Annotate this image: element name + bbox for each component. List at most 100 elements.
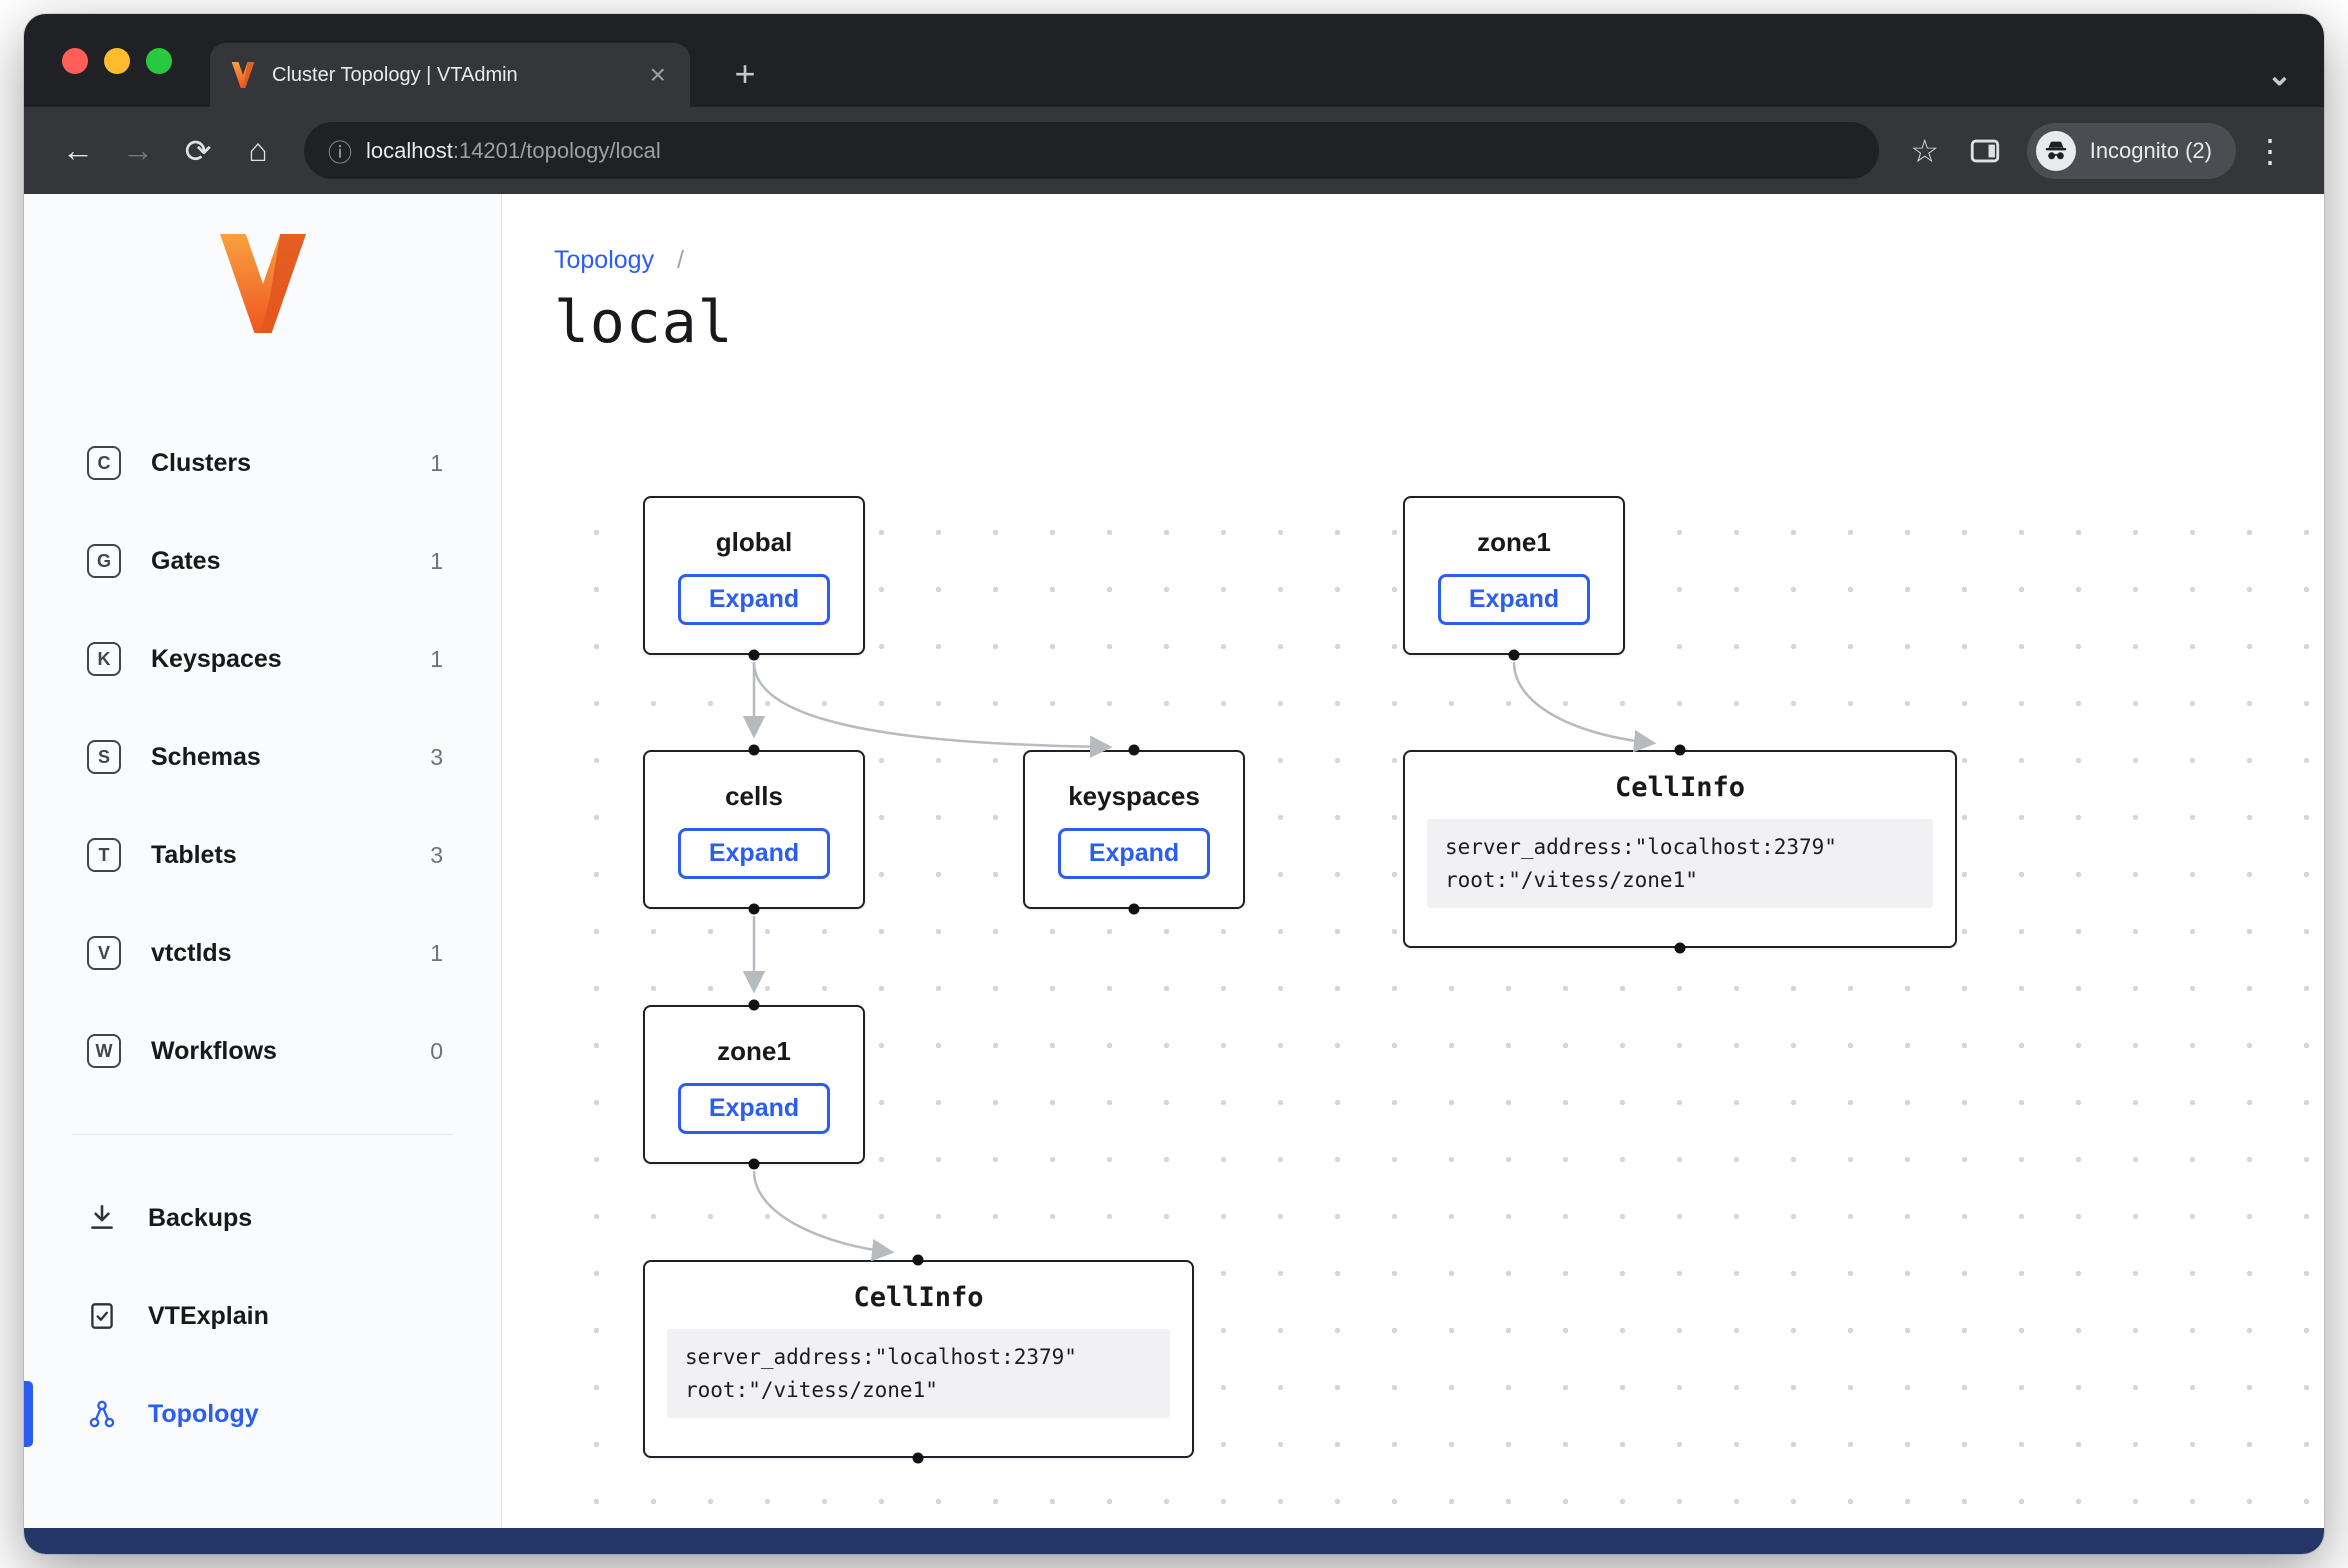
count-badge: 0 <box>430 1038 443 1065</box>
expand-button[interactable]: Expand <box>678 1083 830 1134</box>
forward-button[interactable]: → <box>112 125 164 177</box>
node-title: cells <box>725 781 783 812</box>
tab-strip: Cluster Topology | VTAdmin × + ⌄ <box>24 14 2324 107</box>
sidebar-item-label: Gates <box>151 547 220 576</box>
breadcrumb: Topology / <box>554 246 684 275</box>
node-cells: cells Expand <box>643 750 865 909</box>
sidebar-item-label: Workflows <box>151 1037 277 1066</box>
count-badge: 1 <box>430 940 443 967</box>
home-button[interactable]: ⌂ <box>232 125 284 177</box>
bookmark-star-icon[interactable]: ☆ <box>1899 125 1951 177</box>
download-icon <box>84 1200 120 1236</box>
sidebar-item-label: VTExplain <box>148 1302 269 1331</box>
cellinfo-code: server_address:"localhost:2379" root:"/v… <box>1427 819 1933 908</box>
count-badge: 1 <box>430 450 443 477</box>
back-button[interactable]: ← <box>52 125 104 177</box>
sidebar-item-label: Tablets <box>151 841 237 870</box>
browser-toolbar: ← → ⟳ ⌂ ⓘ localhost:14201/topology/local… <box>24 107 2324 194</box>
sidebar-item-label: vtctlds <box>151 939 232 968</box>
node-keyspaces: keyspaces Expand <box>1023 750 1245 909</box>
page-content: C Clusters 1 G Gates 1 K Keyspaces 1 S S… <box>24 194 2324 1554</box>
clusters-letter-icon: C <box>87 446 121 480</box>
vitess-logo[interactable] <box>220 234 306 344</box>
side-panel-icon[interactable] <box>1959 125 2011 177</box>
url-host: localhost <box>366 138 453 163</box>
incognito-label: Incognito (2) <box>2090 138 2212 164</box>
incognito-icon <box>2036 131 2076 171</box>
gates-letter-icon: G <box>87 544 121 578</box>
active-indicator <box>24 1381 33 1447</box>
topology-canvas: global Expand zone1 Expand cells Expand … <box>552 494 2312 1524</box>
sidebar-item-label: Keyspaces <box>151 645 282 674</box>
breadcrumb-separator: / <box>677 246 684 274</box>
code-line: root:"/vitess/zone1" <box>685 1374 1152 1407</box>
browser-window: Cluster Topology | VTAdmin × + ⌄ ← → ⟳ ⌂… <box>24 14 2324 1554</box>
code-line: root:"/vitess/zone1" <box>1445 864 1915 897</box>
node-cellinfo-nested: CellInfo server_address:"localhost:2379"… <box>643 1260 1194 1458</box>
topology-network-icon <box>84 1396 120 1432</box>
sidebar-item-topology[interactable]: Topology <box>24 1365 501 1463</box>
breadcrumb-topology-link[interactable]: Topology <box>554 246 654 274</box>
tab-close-icon[interactable]: × <box>646 61 670 89</box>
expand-button[interactable]: Expand <box>678 574 830 625</box>
keyspaces-letter-icon: K <box>87 642 121 676</box>
sidebar-item-label: Schemas <box>151 743 261 772</box>
expand-button[interactable]: Expand <box>1058 828 1210 879</box>
close-window-button[interactable] <box>62 48 88 74</box>
count-badge: 1 <box>430 646 443 673</box>
url-bar[interactable]: ⓘ localhost:14201/topology/local <box>304 122 1879 179</box>
node-title: CellInfo <box>853 1282 983 1313</box>
sidebar-item-schemas[interactable]: S Schemas 3 <box>24 708 501 806</box>
main-content: Topology / local global Expand zone1 Exp… <box>502 194 2324 1554</box>
sidebar-item-label: Topology <box>148 1400 259 1429</box>
menu-dots-icon[interactable]: ⋮ <box>2244 125 2296 177</box>
document-check-icon <box>84 1298 120 1334</box>
tab-search-chevron-icon[interactable]: ⌄ <box>2267 58 2292 93</box>
new-tab-button[interactable]: + <box>724 53 766 95</box>
node-zone1: zone1 Expand <box>1403 496 1625 655</box>
browser-tab[interactable]: Cluster Topology | VTAdmin × <box>210 43 690 107</box>
sidebar-divider <box>72 1134 453 1135</box>
minimize-window-button[interactable] <box>104 48 130 74</box>
sidebar-item-tablets[interactable]: T Tablets 3 <box>24 806 501 904</box>
zoom-window-button[interactable] <box>146 48 172 74</box>
footer-bar <box>24 1528 2324 1554</box>
vitess-favicon-icon <box>230 62 256 88</box>
url-path: :14201/topology/local <box>453 138 661 163</box>
sidebar-nav: C Clusters 1 G Gates 1 K Keyspaces 1 S S… <box>24 414 501 1100</box>
site-info-icon[interactable]: ⓘ <box>328 133 352 168</box>
expand-button[interactable]: Expand <box>1438 574 1590 625</box>
sidebar-item-clusters[interactable]: C Clusters 1 <box>24 414 501 512</box>
node-title: zone1 <box>1477 527 1551 558</box>
count-badge: 1 <box>430 548 443 575</box>
node-cellinfo-zone1: CellInfo server_address:"localhost:2379"… <box>1403 750 1957 948</box>
code-line: server_address:"localhost:2379" <box>685 1341 1152 1374</box>
code-line: server_address:"localhost:2379" <box>1445 831 1915 864</box>
page-title: local <box>554 288 734 356</box>
sidebar-item-keyspaces[interactable]: K Keyspaces 1 <box>24 610 501 708</box>
tablets-letter-icon: T <box>87 838 121 872</box>
tab-title: Cluster Topology | VTAdmin <box>272 64 646 87</box>
sidebar-item-vtctlds[interactable]: V vtctlds 1 <box>24 904 501 1002</box>
cellinfo-code: server_address:"localhost:2379" root:"/v… <box>667 1329 1170 1418</box>
sidebar-item-label: Clusters <box>151 449 251 478</box>
incognito-badge: Incognito (2) <box>2027 123 2236 179</box>
count-badge: 3 <box>430 842 443 869</box>
schemas-letter-icon: S <box>87 740 121 774</box>
expand-button[interactable]: Expand <box>678 828 830 879</box>
reload-button[interactable]: ⟳ <box>172 125 224 177</box>
node-title: CellInfo <box>1615 772 1745 803</box>
sidebar-item-workflows[interactable]: W Workflows 0 <box>24 1002 501 1100</box>
sidebar-item-backups[interactable]: Backups <box>24 1169 501 1267</box>
node-zone1-nested: zone1 Expand <box>643 1005 865 1164</box>
node-global: global Expand <box>643 496 865 655</box>
workflows-letter-icon: W <box>87 1034 121 1068</box>
node-title: global <box>716 527 793 558</box>
vtctlds-letter-icon: V <box>87 936 121 970</box>
sidebar-item-vtexplain[interactable]: VTExplain <box>24 1267 501 1365</box>
node-title: keyspaces <box>1068 781 1200 812</box>
sidebar-item-gates[interactable]: G Gates 1 <box>24 512 501 610</box>
sidebar-item-label: Backups <box>148 1204 252 1233</box>
node-title: zone1 <box>717 1036 791 1067</box>
sidebar: C Clusters 1 G Gates 1 K Keyspaces 1 S S… <box>24 194 502 1554</box>
